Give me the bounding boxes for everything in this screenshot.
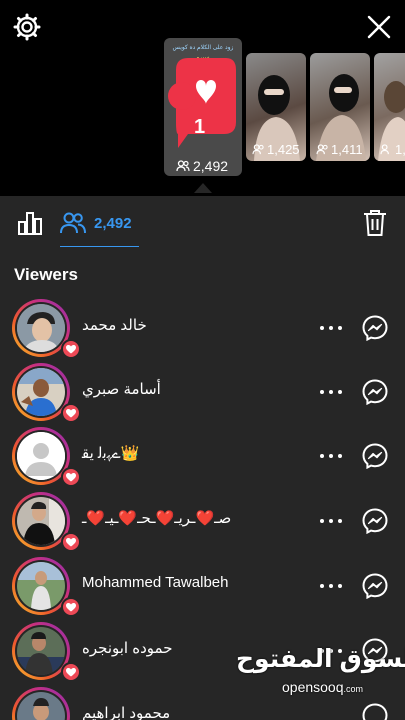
more-options-icon[interactable] [320, 576, 342, 596]
story-thumbnail-4-count: 1,... [380, 142, 405, 157]
avatar[interactable] [12, 427, 81, 487]
viewer-row[interactable]: ےﮩﺑﻟ ﻳﻘ👑 [0, 424, 405, 488]
avatar[interactable] [12, 299, 81, 359]
viewers-icon [60, 212, 86, 234]
messenger-icon[interactable] [362, 638, 388, 665]
delete-trash-icon[interactable] [362, 209, 388, 237]
messenger-icon[interactable] [362, 443, 388, 470]
viewers-icon [252, 144, 264, 155]
active-tab-indicator [60, 246, 139, 247]
viewer-name[interactable]: ےﮩﺑﻟ ﻳﻘ👑 [82, 444, 139, 462]
story-caption-text: زود على الكلام ده كويس [172, 45, 234, 51]
messenger-icon[interactable] [362, 315, 388, 342]
messenger-icon[interactable] [362, 703, 388, 720]
viewer-row[interactable]: أسامة صبري [0, 360, 405, 424]
liked-heart-icon [61, 532, 81, 552]
tab-viewers[interactable]: 2,492 [60, 208, 132, 238]
more-options-icon[interactable] [320, 446, 342, 466]
liked-heart-icon [61, 662, 81, 682]
viewer-name[interactable]: أسامة صبري [82, 380, 161, 398]
more-options-icon[interactable] [320, 382, 342, 402]
like-sticker-count: 1 [194, 116, 206, 138]
story-thumbnail-4-count-label: 1,... [395, 142, 405, 157]
story-thumbnail-2-count: 1,425 [252, 142, 300, 157]
insights-tabs: 2,492 [0, 196, 405, 252]
selected-story-pointer [194, 183, 212, 193]
messenger-icon[interactable] [362, 379, 388, 406]
avatar[interactable] [12, 363, 81, 423]
viewer-name[interactable]: حموده ابونجره [82, 639, 172, 657]
close-icon[interactable] [364, 12, 394, 42]
settings-gear-icon[interactable] [12, 12, 42, 42]
viewers-icon [380, 144, 389, 155]
story-viewer-header: زود على الكلام ده كويس سيرو 1 2,492 [0, 0, 405, 196]
messenger-icon[interactable] [362, 508, 388, 535]
liked-heart-icon [61, 403, 81, 423]
tab-insights-chart-icon[interactable] [17, 210, 43, 236]
liked-heart-icon [61, 467, 81, 487]
avatar[interactable] [12, 557, 81, 617]
avatar[interactable] [12, 687, 70, 720]
story-thumbnail-3-count: 1,411 [316, 142, 363, 157]
avatar[interactable] [12, 622, 81, 682]
viewer-name[interactable]: Mohammed Tawalbeh [82, 574, 228, 591]
viewers-section-title: Viewers [14, 265, 78, 284]
viewer-row[interactable]: صـ❤️ـريـ❤️ـحـ❤️ـيـ❤️ـ [0, 489, 405, 553]
tab-viewers-count: 2,492 [94, 214, 132, 232]
viewer-row[interactable]: خالد محمد [0, 296, 405, 360]
messenger-icon[interactable] [362, 573, 388, 600]
current-story-viewer-count: 2,492 [176, 158, 228, 174]
more-options-icon[interactable] [320, 318, 342, 338]
viewer-row[interactable]: محمود ابراهيم [0, 684, 405, 720]
viewer-name[interactable]: خالد محمد [82, 316, 147, 334]
current-story-count-label: 2,492 [193, 158, 229, 174]
liked-heart-icon [61, 339, 81, 359]
current-story-thumbnail[interactable]: زود على الكلام ده كويس سيرو 1 [164, 38, 242, 176]
viewer-row[interactable]: حموده ابونجره [0, 619, 405, 683]
story-thumbnail-3-count-label: 1,411 [331, 142, 363, 157]
viewer-row[interactable]: Mohammed Tawalbeh [0, 554, 405, 618]
viewers-icon [316, 144, 328, 155]
more-options-icon[interactable] [320, 511, 342, 531]
story-thumbnail-2-count-label: 1,425 [267, 142, 300, 157]
avatar[interactable] [12, 492, 81, 552]
viewers-icon [176, 160, 190, 172]
more-options-icon[interactable] [320, 641, 342, 661]
viewer-name[interactable]: صـ❤️ـريـ❤️ـحـ❤️ـيـ❤️ـ [82, 509, 231, 527]
default-avatar-icon [17, 432, 65, 480]
liked-heart-icon [61, 597, 81, 617]
viewer-name[interactable]: محمود ابراهيم [82, 704, 170, 720]
